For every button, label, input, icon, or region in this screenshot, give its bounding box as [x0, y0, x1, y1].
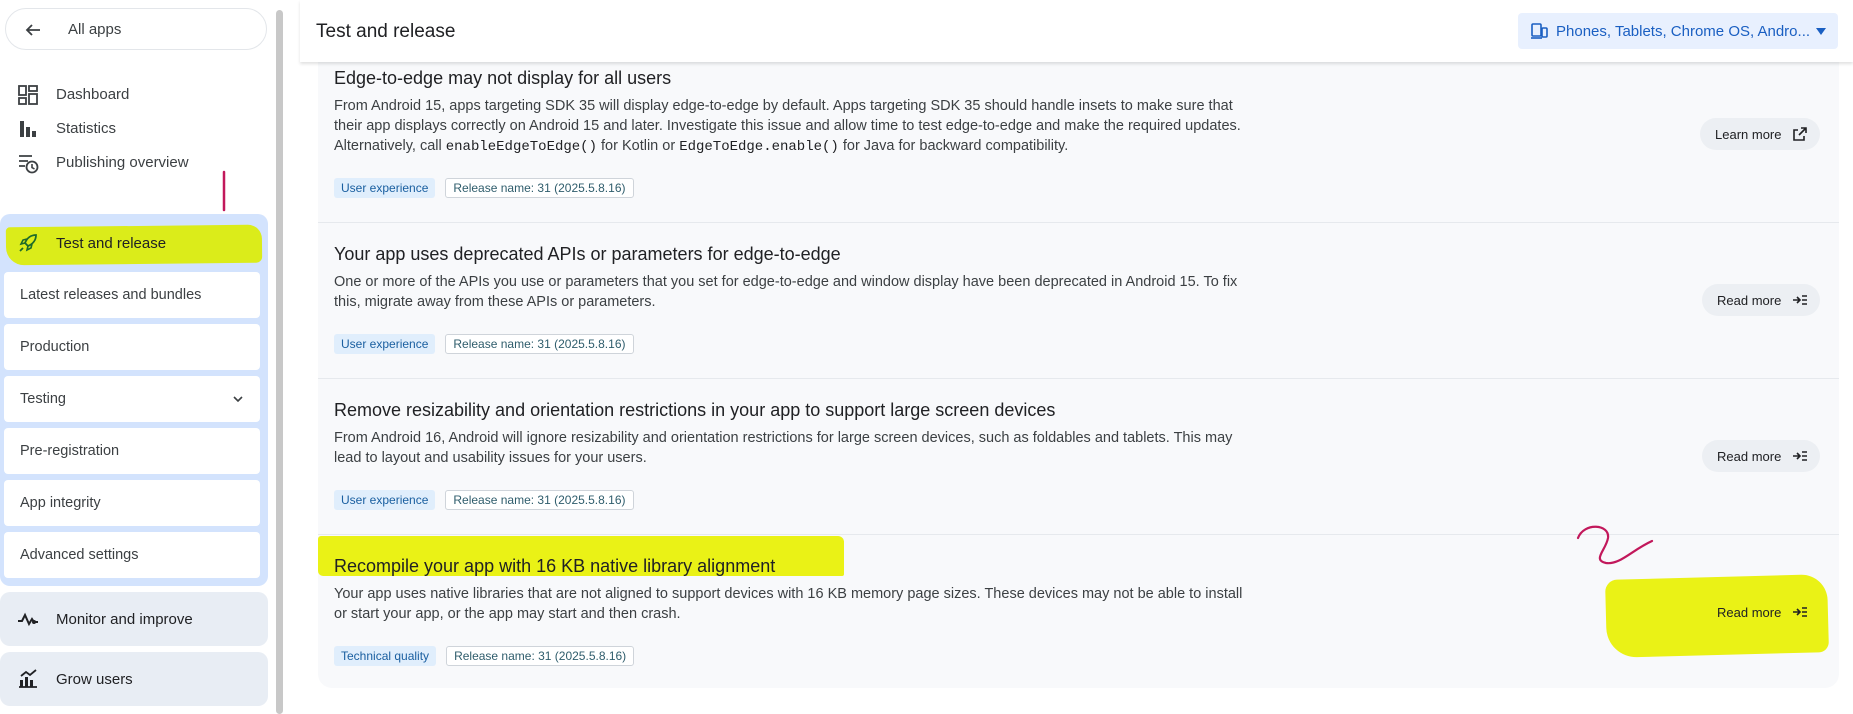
sidebar-subitem-production[interactable]: Production — [4, 324, 260, 370]
read-more-icon — [1793, 451, 1807, 461]
sidebar-item-monitor-and-improve[interactable]: Monitor and improve — [0, 592, 268, 646]
read-more-button[interactable]: Read more — [1702, 596, 1820, 628]
code-snippet: EdgeToEdge.enable() — [679, 139, 839, 155]
code-snippet: enableEdgeToEdge() — [445, 139, 597, 155]
device-filter-dropdown[interactable]: Phones, Tablets, Chrome OS, Andro... — [1518, 13, 1838, 49]
sidebar-subitem-label: Pre-registration — [20, 443, 120, 459]
sidebar-item-label: Monitor and improve — [56, 611, 193, 628]
sidebar: All apps Dashboard Statistics Publishing… — [0, 0, 272, 714]
read-more-button[interactable]: Read more — [1702, 284, 1820, 316]
button-label: Read more — [1717, 605, 1782, 620]
page-title: Test and release — [316, 21, 456, 42]
issue-item: Remove resizability and orientation rest… — [318, 400, 1839, 530]
button-label: Read more — [1717, 449, 1782, 464]
sidebar-item-grow-users[interactable]: Grow users — [0, 652, 268, 706]
divider — [318, 534, 1839, 535]
issue-description: One or more of the APIs you use or param… — [334, 274, 1238, 310]
button-label: Read more — [1717, 293, 1782, 308]
sidebar-item-label: Grow users — [56, 671, 133, 688]
issue-tags: Technical quality Release name: 31 (2025… — [334, 646, 635, 666]
issue-title: Your app uses deprecated APIs or paramet… — [334, 244, 841, 264]
issue-title: Edge-to-edge may not display for all use… — [334, 68, 672, 88]
sidebar-subitem-label: Latest releases and bundles — [20, 287, 202, 303]
issue-description: From Android 15, apps targeting SDK 35 w… — [334, 96, 1244, 157]
desc-text: for Java for backward compatibility. — [838, 138, 1069, 154]
sidebar-subitem-latest-releases[interactable]: Latest releases and bundles — [4, 272, 260, 318]
issue-item: Your app uses deprecated APIs or paramet… — [318, 244, 1839, 374]
category-chip: User experience — [334, 178, 436, 198]
issue-item: Recompile your app with 16 KB native lib… — [318, 556, 1839, 686]
read-more-button[interactable]: Read more — [1702, 440, 1820, 472]
desc-text: for Kotlin or — [596, 138, 680, 154]
release-chip: Release name: 31 (2025.5.8.16) — [445, 490, 634, 510]
back-arrow-icon — [25, 24, 40, 36]
sidebar-item-label: Test and release — [56, 235, 167, 252]
dashboard-icon — [18, 85, 38, 105]
issue-tags: User experience Release name: 31 (2025.5… — [334, 334, 634, 354]
sidebar-subitem-testing[interactable]: Testing — [4, 376, 260, 422]
issue-tags: User experience Release name: 31 (2025.5… — [334, 490, 634, 510]
sidebar-item-test-and-release[interactable]: Test and release — [0, 222, 268, 266]
issue-title: Recompile your app with 16 KB native lib… — [334, 556, 776, 576]
bar-chart-icon — [20, 121, 36, 137]
divider — [318, 222, 1839, 223]
issue-item: Edge-to-edge may not display for all use… — [318, 68, 1839, 218]
category-chip: Technical quality — [334, 646, 437, 666]
page-header: Test and release Phones, Tablets, Chrome… — [300, 0, 1853, 62]
sidebar-item-label: Statistics — [56, 120, 117, 137]
sidebar-subitem-label: Testing — [20, 391, 66, 407]
issue-description: Your app uses native libraries that are … — [334, 586, 1243, 622]
rocket-icon — [19, 234, 37, 252]
category-chip: User experience — [334, 490, 436, 510]
issue-title: Remove resizability and orientation rest… — [334, 400, 1056, 420]
sidebar-item-label: Dashboard — [56, 86, 130, 103]
all-apps-button[interactable]: All apps — [5, 8, 267, 50]
sidebar-subitem-label: Advanced settings — [20, 547, 139, 563]
sidebar-subitem-app-integrity[interactable]: App integrity — [4, 480, 260, 526]
sidebar-subitem-advanced-settings[interactable]: Advanced settings — [4, 532, 260, 578]
release-chip: Release name: 31 (2025.5.8.16) — [445, 178, 634, 198]
release-chip: Release name: 31 (2025.5.8.16) — [446, 646, 635, 666]
sidebar-subitem-pre-registration[interactable]: Pre-registration — [4, 428, 260, 474]
chevron-down-icon — [233, 396, 243, 403]
publishing-overview-icon — [19, 155, 39, 174]
release-chip: Release name: 31 (2025.5.8.16) — [445, 334, 634, 354]
devices-icon — [1531, 23, 1548, 39]
sidebar-subitem-label: App integrity — [20, 495, 101, 511]
all-apps-label: All apps — [68, 21, 122, 38]
sidebar-subitem-label: Production — [20, 339, 90, 355]
caret-down-icon — [1816, 28, 1826, 35]
read-more-icon — [1793, 295, 1807, 305]
sidebar-scrollbar[interactable] — [276, 10, 283, 714]
grow-users-icon — [19, 669, 37, 688]
issue-tags: User experience Release name: 31 (2025.5… — [334, 178, 634, 198]
learn-more-button[interactable]: Learn more — [1700, 118, 1820, 150]
category-chip: User experience — [334, 334, 436, 354]
divider — [318, 378, 1839, 379]
device-filter-label: Phones, Tablets, Chrome OS, Andro... — [1556, 23, 1811, 40]
monitor-pulse-icon — [18, 612, 38, 627]
read-more-icon — [1793, 607, 1807, 617]
issue-description: From Android 16, Android will ignore res… — [334, 430, 1233, 466]
sidebar-item-publishing-overview[interactable]: Publishing overview — [0, 142, 268, 182]
open-in-new-icon — [1793, 127, 1807, 141]
sidebar-item-label: Publishing overview — [56, 154, 189, 171]
button-label: Learn more — [1715, 127, 1782, 142]
